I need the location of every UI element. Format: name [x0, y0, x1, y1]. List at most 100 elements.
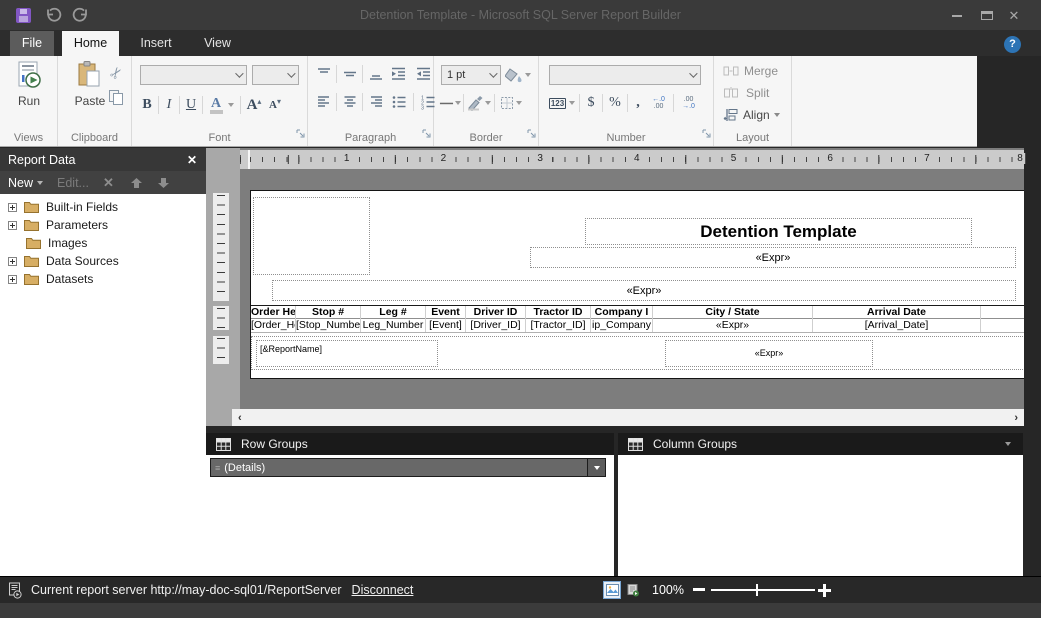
tab-view[interactable]: View — [194, 31, 241, 56]
zoom-slider-thumb[interactable] — [756, 584, 758, 596]
report-data-close-icon[interactable]: ✕ — [187, 153, 197, 167]
column-groups-panel — [618, 455, 1023, 576]
ribbon-group-font: B I U A A▴ A▾ Font — [132, 56, 308, 146]
align-bottom-button[interactable] — [365, 66, 386, 82]
currency-button[interactable]: $ — [582, 95, 600, 111]
tree-item-parameters[interactable]: Parameters — [0, 216, 206, 234]
fill-color-button[interactable] — [505, 65, 531, 85]
paragraph-dialog-launcher[interactable] — [422, 125, 431, 143]
expr-textbox-1[interactable]: «Expr» — [530, 247, 1016, 268]
expand-icon[interactable] — [8, 221, 17, 230]
border-width-select[interactable]: 1 pt — [441, 65, 501, 85]
detail-table[interactable]: Order He[Order_He Stop #[Stop_Number] Le… — [251, 305, 1024, 333]
align-left-button[interactable] — [313, 94, 334, 110]
tree-item-built-in-fields[interactable]: Built-in Fields — [0, 198, 206, 216]
save-button[interactable] — [12, 6, 34, 24]
report-design-surface[interactable]: Detention Template «Expr» «Expr» Order H… — [250, 190, 1024, 379]
decrease-decimal-button[interactable]: .00 →.0 — [676, 96, 701, 110]
run-view-button[interactable] — [624, 581, 642, 599]
footer-expr-textbox[interactable]: «Expr» — [665, 340, 873, 367]
expr-textbox-2[interactable]: «Expr» — [272, 280, 1016, 301]
move-down-button[interactable] — [157, 177, 170, 189]
font-color-button[interactable]: A — [205, 97, 227, 114]
underline-button[interactable]: U — [182, 97, 200, 113]
new-button[interactable]: New — [8, 176, 43, 190]
edit-button[interactable]: Edit... — [57, 176, 89, 190]
report-data-header: Report Data ✕ — [0, 148, 206, 171]
expand-icon[interactable] — [8, 275, 17, 284]
scroll-right-icon[interactable]: › — [1008, 412, 1024, 424]
design-view-button[interactable] — [603, 581, 621, 599]
grow-font-button[interactable]: A▴ — [243, 97, 265, 114]
tab-file[interactable]: File — [10, 31, 54, 56]
row-group-details[interactable]: ≡ (Details) — [210, 458, 606, 477]
zoom-in-button[interactable] — [818, 584, 831, 597]
report-data-tree: Built-in Fields Parameters Images Data S… — [0, 194, 206, 576]
tree-item-datasets[interactable]: Datasets — [0, 270, 206, 288]
undo-button[interactable] — [42, 6, 64, 24]
details-dropdown-button[interactable] — [587, 459, 605, 476]
increase-indent-button[interactable] — [411, 66, 436, 82]
help-button[interactable]: ? — [1004, 36, 1021, 53]
image-placeholder[interactable] — [253, 197, 370, 275]
column-groups-dropdown[interactable] — [1005, 442, 1011, 446]
font-size-select[interactable] — [252, 65, 299, 85]
align-top-button[interactable] — [313, 66, 334, 82]
comma-button[interactable]: , — [630, 95, 646, 111]
number-format-button[interactable]: 123 — [547, 98, 577, 109]
tree-item-data-sources[interactable]: Data Sources — [0, 252, 206, 270]
chevron-down-icon — [594, 466, 600, 470]
redo-button[interactable] — [70, 6, 92, 24]
row-groups-title: Row Groups — [241, 437, 308, 451]
number-dialog-launcher[interactable] — [702, 125, 711, 143]
minimize-button[interactable] — [946, 8, 968, 23]
cut-button[interactable]: ✂ — [106, 64, 126, 82]
copy-button[interactable] — [106, 88, 126, 106]
expand-icon[interactable] — [8, 257, 17, 266]
split-button[interactable]: Split — [723, 84, 769, 102]
ribbon-group-paragraph: 123 Paragraph — [308, 56, 434, 146]
tab-insert[interactable]: Insert — [130, 31, 182, 56]
increase-decimal-button[interactable]: ←.0 .00 — [646, 96, 671, 110]
scroll-left-icon[interactable]: ‹ — [232, 412, 248, 424]
percent-button[interactable]: % — [605, 95, 625, 111]
disconnect-link[interactable]: Disconnect — [352, 583, 414, 597]
border-line-style-button[interactable] — [439, 95, 461, 111]
merge-button[interactable]: Merge — [723, 62, 778, 80]
font-dialog-launcher[interactable] — [296, 125, 305, 143]
merge-icon — [723, 64, 739, 78]
align-middle-button[interactable] — [339, 66, 360, 82]
zoom-out-button[interactable] — [693, 588, 705, 591]
delete-button[interactable]: ✕ — [103, 175, 114, 191]
font-color-dropdown[interactable] — [228, 103, 234, 107]
zoom-slider-track[interactable] — [711, 589, 815, 591]
align-icon — [723, 108, 739, 122]
tree-item-images[interactable]: Images — [0, 234, 206, 252]
align-right-button[interactable] — [365, 94, 386, 110]
report-title-textbox[interactable]: Detention Template — [585, 218, 972, 245]
bullet-list-button[interactable] — [386, 94, 411, 110]
run-button[interactable]: Run — [5, 61, 53, 125]
expand-icon[interactable] — [8, 203, 17, 212]
bold-button[interactable]: B — [138, 97, 156, 113]
chevron-down-icon — [689, 69, 697, 77]
move-up-button[interactable] — [130, 177, 143, 189]
border-apply-button[interactable] — [497, 95, 523, 111]
align-button[interactable]: Align — [723, 106, 780, 124]
page-footer-section[interactable]: [&ReportName] «Expr» — [251, 336, 1024, 370]
italic-button[interactable]: I — [161, 97, 177, 113]
horizontal-scrollbar[interactable]: ‹ › — [232, 409, 1024, 426]
align-center-button[interactable] — [339, 94, 360, 110]
font-name-select[interactable] — [140, 65, 247, 85]
border-dialog-launcher[interactable] — [527, 125, 536, 143]
report-name-textbox[interactable]: [&ReportName] — [256, 340, 438, 367]
number-format-select[interactable] — [549, 65, 701, 85]
tab-home[interactable]: Home — [62, 31, 119, 57]
decrease-indent-button[interactable] — [386, 66, 411, 82]
maximize-button[interactable] — [976, 8, 998, 23]
border-color-button[interactable] — [466, 95, 492, 111]
ribbon-group-clipboard: Paste ✂ Clipboard — [58, 56, 132, 146]
ribbon: Run Views Paste ✂ Clipboard B I — [0, 56, 977, 147]
close-button[interactable]: ✕ — [1003, 8, 1025, 23]
shrink-font-button[interactable]: A▾ — [265, 99, 285, 111]
